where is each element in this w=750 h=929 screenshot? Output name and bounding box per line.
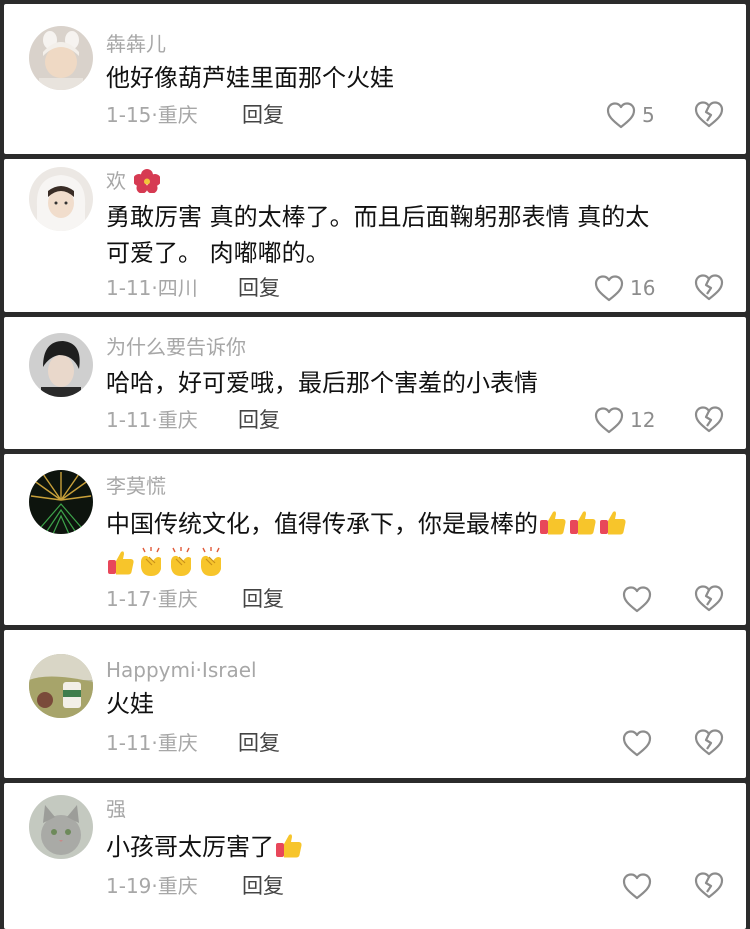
comment-location: 四川 bbox=[157, 276, 198, 300]
comment-card: 犇犇儿 他好像葫芦娃里面那个火娃 1-15·重庆 回复 5 bbox=[4, 4, 746, 154]
username-text: 欢 bbox=[106, 169, 126, 193]
comment-card: 李莫慌 中国传统文化，值得传承下，你是最棒的 1-17·重庆 回复 bbox=[4, 454, 746, 625]
comment-date: 1-15 bbox=[106, 103, 152, 127]
like-button[interactable]: 16 bbox=[594, 273, 655, 303]
comment-date: 1-11 bbox=[106, 276, 152, 300]
comment-meta: 1-17·重庆 bbox=[106, 586, 198, 612]
avatar[interactable] bbox=[29, 654, 93, 718]
like-button[interactable] bbox=[622, 871, 652, 901]
reply-button[interactable]: 回复 bbox=[242, 102, 284, 128]
reply-button[interactable]: 回复 bbox=[242, 586, 284, 612]
dislike-button[interactable] bbox=[694, 871, 724, 901]
heart-outline-icon bbox=[594, 274, 624, 302]
comment-meta: 1-15·重庆 bbox=[106, 102, 198, 128]
thumbs-up-emoji bbox=[538, 507, 568, 537]
broken-heart-icon bbox=[694, 273, 724, 301]
comment-text-line: 火娃 bbox=[106, 690, 154, 718]
comment-text: 小孩哥太厉害了 bbox=[106, 829, 716, 865]
comment-meta: 1-11·四川 bbox=[106, 275, 198, 301]
comment-text-segment: 中国传统文化，值得传承下，你是最棒的 bbox=[106, 510, 538, 538]
like-button[interactable] bbox=[622, 728, 652, 758]
avatar[interactable] bbox=[29, 26, 93, 90]
like-count: 16 bbox=[630, 276, 656, 300]
like-count: 5 bbox=[642, 103, 655, 127]
like-button[interactable]: 5 bbox=[606, 100, 655, 130]
comment-date: 1-19 bbox=[106, 874, 152, 898]
avatar[interactable] bbox=[29, 333, 93, 397]
thumbs-up-emoji bbox=[106, 547, 136, 577]
reply-button[interactable]: 回复 bbox=[238, 730, 280, 756]
reply-button[interactable]: 回复 bbox=[238, 275, 280, 301]
heart-outline-icon bbox=[622, 872, 652, 900]
comment-meta: 1-19·重庆 bbox=[106, 873, 198, 899]
comment-feed: 犇犇儿 他好像葫芦娃里面那个火娃 1-15·重庆 回复 5 欢 勇敢厉害 真的太… bbox=[0, 0, 750, 929]
broken-heart-icon bbox=[694, 584, 724, 612]
comment-text-line: 中国传统文化，值得传承下，你是最棒的 bbox=[106, 506, 716, 542]
comment-location: 重庆 bbox=[157, 587, 198, 611]
thumbs-up-emoji bbox=[598, 507, 628, 537]
dislike-button[interactable] bbox=[694, 100, 724, 130]
heart-outline-icon bbox=[622, 729, 652, 757]
comment-date: 1-17 bbox=[106, 587, 152, 611]
comment-card: 为什么要告诉你 哈哈，好可爱哦，最后那个害羞的小表情 1-11·重庆 回复 12 bbox=[4, 317, 746, 449]
dislike-button[interactable] bbox=[694, 584, 724, 614]
comment-text: 勇敢厉害 真的太棒了。而且后面鞠躬那表情 真的太 可爱了。 肉嘟嘟的。 bbox=[106, 199, 716, 271]
comment-location: 重庆 bbox=[157, 874, 198, 898]
clapping-hands-emoji bbox=[136, 547, 166, 577]
thumbs-up-emoji bbox=[568, 507, 598, 537]
like-count: 12 bbox=[630, 408, 656, 432]
reply-button[interactable]: 回复 bbox=[238, 407, 280, 433]
username[interactable]: Happymi·Israel bbox=[106, 658, 257, 682]
heart-outline-icon bbox=[622, 585, 652, 613]
comment-card: Happymi·Israel 火娃 1-11·重庆 回复 bbox=[4, 630, 746, 778]
broken-heart-icon bbox=[694, 728, 724, 756]
clapping-hands-emoji bbox=[196, 547, 226, 577]
comment-meta: 1-11·重庆 bbox=[106, 730, 198, 756]
avatar[interactable] bbox=[29, 470, 93, 534]
comment-text-segment: 小孩哥太厉害了 bbox=[106, 833, 274, 861]
reply-button[interactable]: 回复 bbox=[242, 873, 284, 899]
username[interactable]: 李莫慌 bbox=[106, 474, 166, 498]
comment-date: 1-11 bbox=[106, 731, 152, 755]
comment-text-line bbox=[106, 546, 716, 582]
comment-text-line: 可爱了。 肉嘟嘟的。 bbox=[106, 239, 330, 267]
comment-location: 重庆 bbox=[157, 103, 198, 127]
comment-text: 哈哈，好可爱哦，最后那个害羞的小表情 bbox=[106, 365, 716, 401]
broken-heart-icon bbox=[694, 871, 724, 899]
comment-text: 火娃 bbox=[106, 686, 716, 722]
avatar[interactable] bbox=[29, 167, 93, 231]
comment-location: 重庆 bbox=[157, 408, 198, 432]
comment-date: 1-11 bbox=[106, 408, 152, 432]
like-button[interactable] bbox=[622, 584, 652, 614]
comment-location: 重庆 bbox=[157, 731, 198, 755]
username[interactable]: 欢 bbox=[106, 169, 162, 194]
username[interactable]: 犇犇儿 bbox=[106, 32, 166, 56]
username[interactable]: 强 bbox=[106, 797, 126, 821]
comment-text: 他好像葫芦娃里面那个火娃 bbox=[106, 60, 716, 96]
thumbs-up-emoji bbox=[274, 830, 304, 860]
like-button[interactable]: 12 bbox=[594, 405, 655, 435]
comment-text: 中国传统文化，值得传承下，你是最棒的 bbox=[106, 506, 716, 582]
avatar[interactable] bbox=[29, 795, 93, 859]
username[interactable]: 为什么要告诉你 bbox=[106, 335, 246, 359]
heart-outline-icon bbox=[594, 406, 624, 434]
clapping-hands-emoji bbox=[166, 547, 196, 577]
hibiscus-emoji bbox=[133, 169, 162, 194]
broken-heart-icon bbox=[694, 100, 724, 128]
comment-meta: 1-11·重庆 bbox=[106, 407, 198, 433]
comment-text-line: 哈哈，好可爱哦，最后那个害羞的小表情 bbox=[106, 369, 538, 397]
dislike-button[interactable] bbox=[694, 405, 724, 435]
broken-heart-icon bbox=[694, 405, 724, 433]
comment-card: 欢 勇敢厉害 真的太棒了。而且后面鞠躬那表情 真的太 可爱了。 肉嘟嘟的。 1-… bbox=[4, 159, 746, 312]
comment-text-line: 勇敢厉害 真的太棒了。而且后面鞠躬那表情 真的太 bbox=[106, 203, 650, 231]
comment-text-line: 他好像葫芦娃里面那个火娃 bbox=[106, 64, 394, 92]
comment-card: 强 小孩哥太厉害了 1-19·重庆 回复 bbox=[4, 783, 746, 929]
dislike-button[interactable] bbox=[694, 273, 724, 303]
dislike-button[interactable] bbox=[694, 728, 724, 758]
heart-outline-icon bbox=[606, 101, 636, 129]
